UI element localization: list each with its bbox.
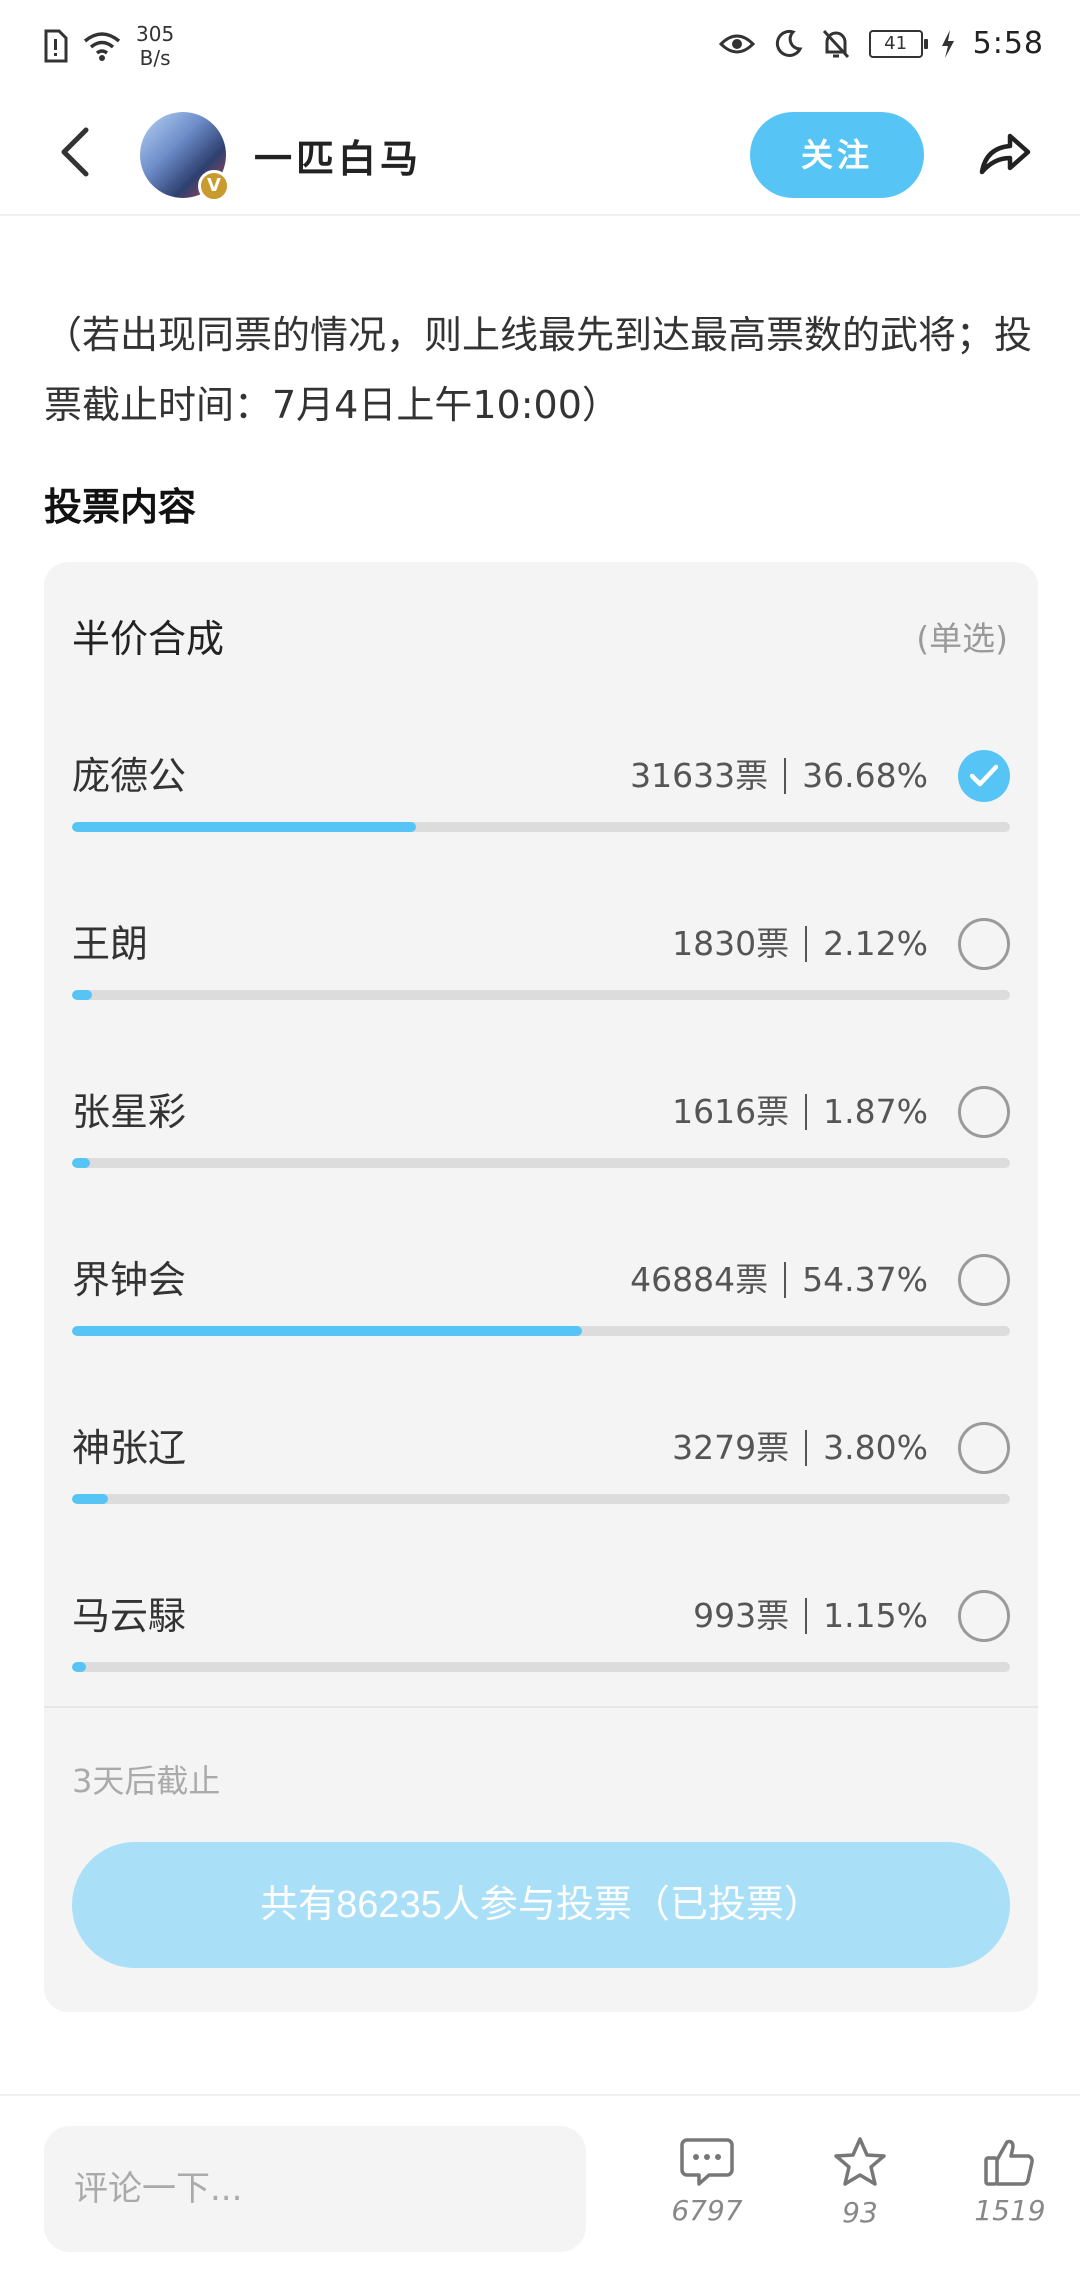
option-stats: 993票 1.15% [693,1588,928,1644]
option-name: 庞德公 [72,754,187,798]
network-speed-unit: B/s [139,46,171,70]
comment-button[interactable]: 6797 [652,2136,762,2227]
option-progress-track [72,822,1010,832]
comment-input[interactable]: 评论一下... [44,2126,586,2252]
bottom-action-bar: 评论一下... 6797 93 1519 [0,2094,1080,2280]
option-name: 张星彩 [72,1090,187,1134]
avatar[interactable]: V [140,112,230,202]
battery-indicator: 41 [868,29,928,58]
option-percent: 1.87% [823,1092,928,1131]
option-votes: 1616票 [672,1092,790,1131]
post-header: V 一匹白马 关注 [0,92,1080,216]
vote-title: 半价合成 [72,617,225,661]
option-votes: 31633票 [630,756,769,795]
comment-icon [680,2138,734,2186]
stats-separator [805,1094,808,1130]
option-progress-track [72,990,1010,1000]
card-divider [44,1706,1038,1708]
verified-badge: V [198,170,230,202]
back-button[interactable] [48,122,108,182]
option-votes: 993票 [693,1596,790,1635]
moon-icon [775,29,803,57]
share-icon [979,133,1031,175]
status-left: 305 B/s [42,22,174,70]
charging-icon [941,29,954,58]
option-percent: 54.37% [802,1260,928,1299]
like-button[interactable]: 1519 [955,2136,1065,2227]
sim-alert-icon [44,29,68,63]
option-progress-fill [72,1494,108,1504]
favorite-button[interactable]: 93 [805,2136,915,2229]
option-name: 马云騄 [72,1594,187,1638]
vote-status-button[interactable]: 共有86235人参与投票（已投票） [72,1842,1010,1968]
option-progress-track [72,1326,1010,1336]
vote-option[interactable]: 神张辽 3279票 3.80% [72,1420,1010,1530]
vote-option[interactable]: 马云騄 993票 1.15% [72,1588,1010,1698]
status-right: 41 5:58 [718,26,1044,61]
option-progress-track [72,1662,1010,1672]
option-name: 王朗 [72,922,149,966]
back-arrow-icon [61,127,89,177]
eye-icon [718,34,755,53]
stats-separator [805,926,808,962]
favorites-count: 93 [842,2196,878,2229]
option-stats: 1616票 1.87% [672,1084,928,1140]
option-progress-track [72,1158,1010,1168]
option-progress-fill [72,822,417,832]
post-intro-text: （若出现同票的情况，则上线最先到达最高票数的武将；投票截止时间：7月4日上午10… [44,313,1033,427]
check-icon [970,764,998,787]
star-icon [834,2137,886,2186]
option-votes: 46884票 [630,1260,769,1299]
option-stats: 46884票 54.37% [630,1252,928,1308]
vote-option[interactable]: 庞德公 31633票 36.68% [72,748,1010,858]
vote-section-title: 投票内容 [44,485,197,529]
network-speed: 305 B/s [136,22,174,70]
option-progress-track [72,1494,1010,1504]
option-progress-fill [72,1326,582,1336]
option-votes: 1830票 [672,924,790,963]
option-name: 神张辽 [72,1426,187,1470]
follow-button[interactable]: 关注 [750,112,924,198]
option-stats: 3279票 3.80% [672,1420,928,1476]
stats-separator [805,1430,808,1466]
option-radio[interactable] [958,1422,1010,1474]
vote-option[interactable]: 张星彩 1616票 1.87% [72,1084,1010,1194]
option-radio[interactable] [958,1086,1010,1138]
likes-count: 1519 [974,2194,1046,2227]
option-radio[interactable] [958,750,1010,802]
option-percent: 1.15% [823,1596,928,1635]
vote-option[interactable]: 界钟会 46884票 54.37% [72,1252,1010,1362]
status-bar: 305 B/s 41 5:58 [0,0,1080,92]
wifi-icon [83,32,121,61]
vote-deadline: 3天后截止 [72,1762,221,1800]
vote-option[interactable]: 王朗 1830票 2.12% [72,916,1010,1026]
clock: 5:58 [972,26,1044,61]
option-percent: 2.12% [823,924,928,963]
stats-separator [805,1598,808,1634]
stats-separator [784,1262,787,1298]
vote-mode: (单选) [916,619,1008,658]
share-button[interactable] [976,126,1032,182]
comments-count: 6797 [671,2194,743,2227]
option-stats: 31633票 36.68% [630,748,928,804]
option-percent: 36.68% [802,756,928,795]
author-name[interactable]: 一匹白马 [254,128,422,183]
bell-off-icon [822,29,849,58]
option-progress-fill [72,1158,90,1168]
option-votes: 3279票 [672,1428,790,1467]
thumbs-up-icon [984,2139,1034,2186]
option-progress-fill [72,1662,86,1672]
option-radio[interactable] [958,1254,1010,1306]
vote-card: 半价合成 (单选) 庞德公 31633票 36.68% 王朗 1830票 2.1… [44,562,1038,2012]
network-speed-value: 305 [136,22,175,46]
stats-separator [784,758,787,794]
option-progress-fill [72,990,92,1000]
option-name: 界钟会 [72,1258,187,1302]
option-stats: 1830票 2.12% [672,916,928,972]
option-radio[interactable] [958,1590,1010,1642]
option-radio[interactable] [958,918,1010,970]
option-percent: 3.80% [823,1428,928,1467]
